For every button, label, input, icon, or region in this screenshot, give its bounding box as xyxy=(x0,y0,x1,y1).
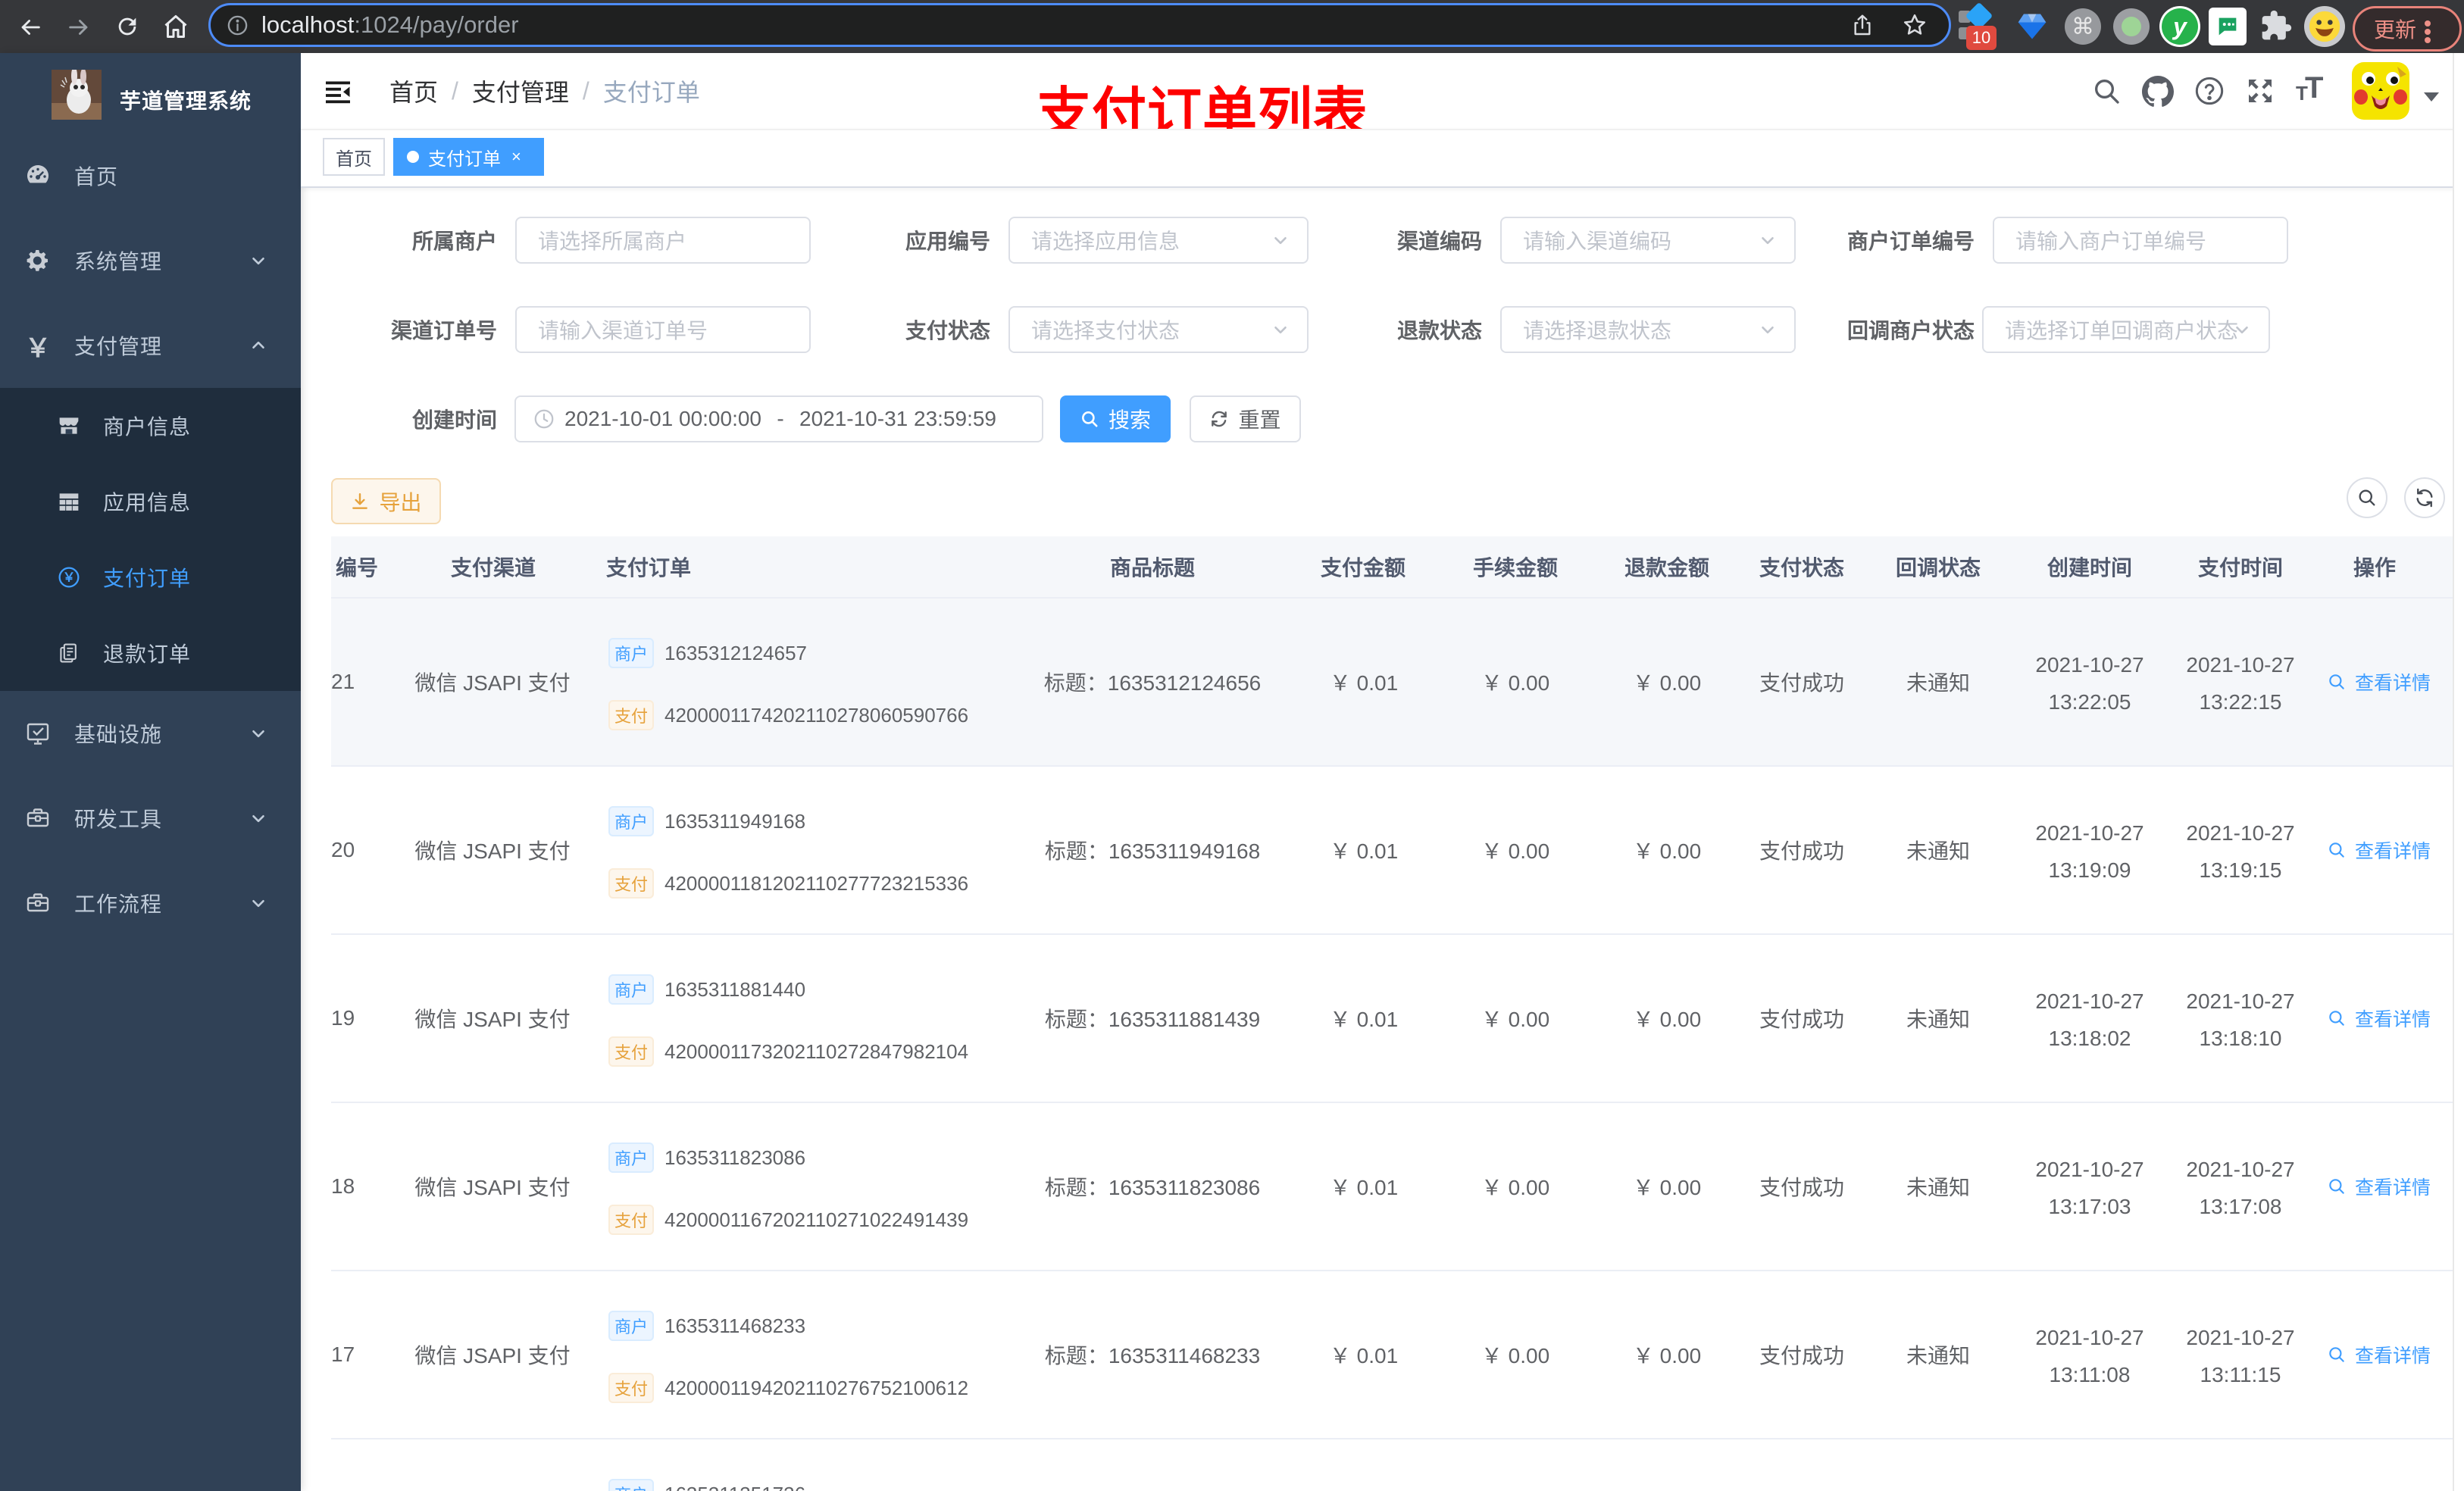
svg-text:￥: ￥ xyxy=(63,570,76,584)
